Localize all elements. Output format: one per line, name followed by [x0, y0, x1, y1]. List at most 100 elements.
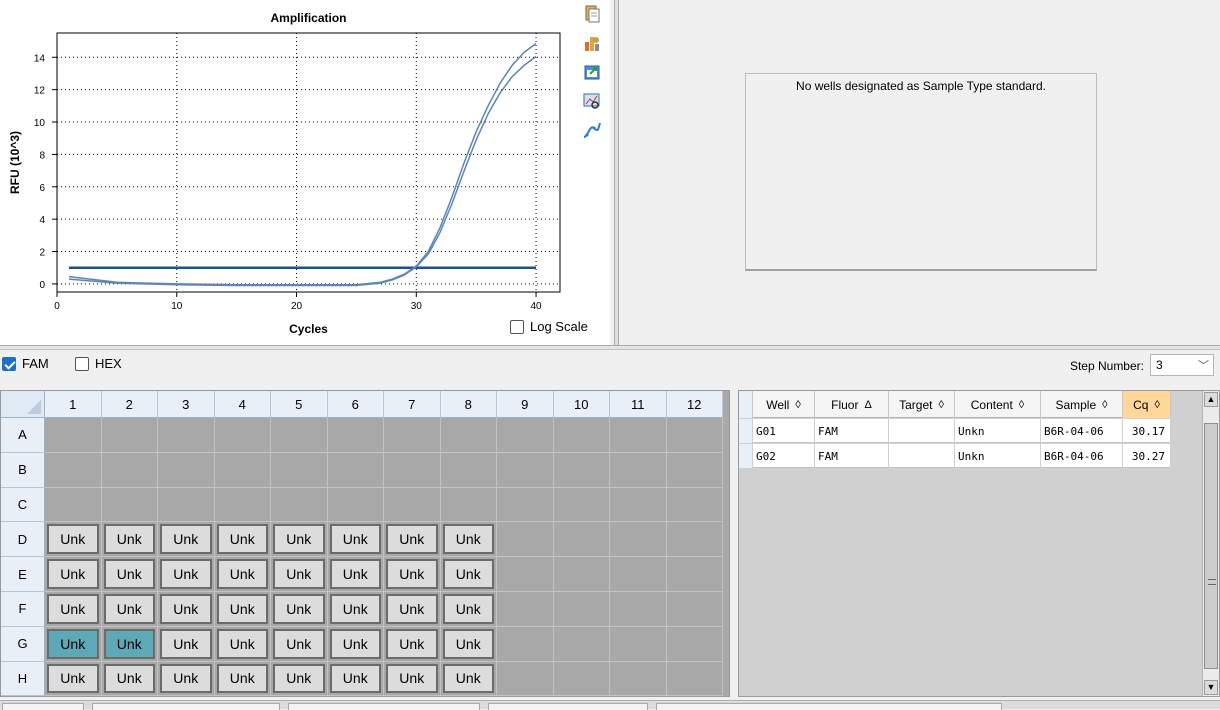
well-H4[interactable]: Unk [214, 661, 271, 697]
well-H10[interactable] [553, 661, 610, 697]
table-row[interactable]: G01 FAM Unkn B6R-04-06 30.17 [739, 419, 1171, 443]
well-E11[interactable] [610, 557, 667, 592]
row-header-C[interactable]: C [1, 487, 45, 523]
well-G11[interactable] [610, 626, 667, 662]
well-B4[interactable] [214, 452, 271, 488]
fluor-hex-toggle[interactable]: HEX [75, 356, 122, 371]
well-B10[interactable] [553, 452, 610, 488]
column-header-well[interactable]: Well ◊ [753, 391, 815, 418]
well-D1[interactable]: Unk [45, 522, 102, 558]
step-number-select[interactable]: 3 ﹀ [1150, 354, 1214, 376]
well-C8[interactable] [440, 487, 497, 523]
well-D11[interactable] [610, 522, 667, 558]
well-F1[interactable]: Unk [45, 591, 102, 627]
fam-checkbox[interactable] [2, 356, 16, 371]
well-G1[interactable]: Unk [45, 626, 102, 662]
well-G3[interactable]: Unk [158, 626, 215, 662]
well-C6[interactable] [327, 487, 384, 523]
well-F12[interactable] [666, 591, 723, 627]
well-A6[interactable] [327, 418, 384, 453]
column-header-4[interactable]: 4 [214, 391, 271, 418]
well-E5[interactable]: Unk [271, 557, 328, 592]
well-B9[interactable] [497, 452, 554, 488]
column-header-11[interactable]: 11 [610, 391, 667, 418]
well-A11[interactable] [610, 418, 667, 453]
column-header-2[interactable]: 2 [101, 391, 158, 418]
zoom-icon[interactable] [582, 91, 602, 111]
well-C1[interactable] [45, 487, 102, 523]
well-E3[interactable]: Unk [158, 557, 215, 592]
well-D9[interactable] [497, 522, 554, 558]
well-C3[interactable] [158, 487, 215, 523]
well-E8[interactable]: Unk [440, 557, 497, 592]
well-F4[interactable]: Unk [214, 591, 271, 627]
well-E12[interactable] [666, 557, 723, 592]
log-scale-toggle[interactable]: Log Scale [510, 319, 588, 334]
column-header-9[interactable]: 9 [497, 391, 554, 418]
well-B3[interactable] [158, 452, 215, 488]
row-header-A[interactable]: A [1, 418, 45, 453]
well-G12[interactable] [666, 626, 723, 662]
well-D12[interactable] [666, 522, 723, 558]
sort-icon[interactable]: ◊ [1102, 399, 1107, 411]
column-header-target[interactable]: Target ◊ [889, 391, 955, 418]
well-D7[interactable]: Unk [384, 522, 441, 558]
well-E4[interactable]: Unk [214, 557, 271, 592]
row-header-B[interactable]: B [1, 452, 45, 488]
well-E7[interactable]: Unk [384, 557, 441, 592]
well-F7[interactable]: Unk [384, 591, 441, 627]
row-header-D[interactable]: D [1, 522, 45, 558]
sort-icon[interactable]: ◊ [795, 399, 800, 411]
column-header-5[interactable]: 5 [271, 391, 328, 418]
well-H3[interactable]: Unk [158, 661, 215, 697]
well-C4[interactable] [214, 487, 271, 523]
well-A8[interactable] [440, 418, 497, 453]
well-C9[interactable] [497, 487, 554, 523]
well-F6[interactable]: Unk [327, 591, 384, 627]
well-H12[interactable] [666, 661, 723, 697]
well-F9[interactable] [497, 591, 554, 627]
well-A5[interactable] [271, 418, 328, 453]
row-header-H[interactable]: H [1, 661, 45, 697]
copy-icon[interactable] [582, 4, 602, 24]
well-D8[interactable]: Unk [440, 522, 497, 558]
well-E1[interactable]: Unk [45, 557, 102, 592]
scroll-down-icon[interactable]: ▼ [1204, 680, 1218, 695]
row-header-F[interactable]: F [1, 591, 45, 627]
well-E10[interactable] [553, 557, 610, 592]
well-H6[interactable]: Unk [327, 661, 384, 697]
well-G9[interactable] [497, 626, 554, 662]
well-E9[interactable] [497, 557, 554, 592]
well-A4[interactable] [214, 418, 271, 453]
row-selector[interactable] [739, 444, 753, 468]
curve-fit-icon[interactable] [582, 120, 602, 140]
row-header-E[interactable]: E [1, 557, 45, 592]
well-F11[interactable] [610, 591, 667, 627]
well-F3[interactable]: Unk [158, 591, 215, 627]
well-B12[interactable] [666, 452, 723, 488]
well-F2[interactable]: Unk [101, 591, 158, 627]
well-G5[interactable]: Unk [271, 626, 328, 662]
column-header-1[interactable]: 1 [45, 391, 102, 418]
well-B5[interactable] [271, 452, 328, 488]
chart-settings-icon[interactable] [582, 33, 602, 53]
well-H1[interactable]: Unk [45, 661, 102, 697]
column-header-10[interactable]: 10 [553, 391, 610, 418]
well-D5[interactable]: Unk [271, 522, 328, 558]
well-D2[interactable]: Unk [101, 522, 158, 558]
well-E6[interactable]: Unk [327, 557, 384, 592]
well-H7[interactable]: Unk [384, 661, 441, 697]
well-C12[interactable] [666, 487, 723, 523]
well-C11[interactable] [610, 487, 667, 523]
well-F8[interactable]: Unk [440, 591, 497, 627]
sort-icon[interactable]: ◊ [1154, 399, 1159, 411]
vertical-splitter[interactable] [614, 0, 619, 345]
column-header-sample[interactable]: Sample ◊ [1041, 391, 1123, 418]
sort-icon[interactable]: ◊ [1019, 399, 1024, 411]
well-D10[interactable] [553, 522, 610, 558]
well-G8[interactable]: Unk [440, 626, 497, 662]
column-header-12[interactable]: 12 [666, 391, 723, 418]
export-icon[interactable] [582, 62, 602, 82]
well-G2[interactable]: Unk [101, 626, 158, 662]
well-E2[interactable]: Unk [101, 557, 158, 592]
